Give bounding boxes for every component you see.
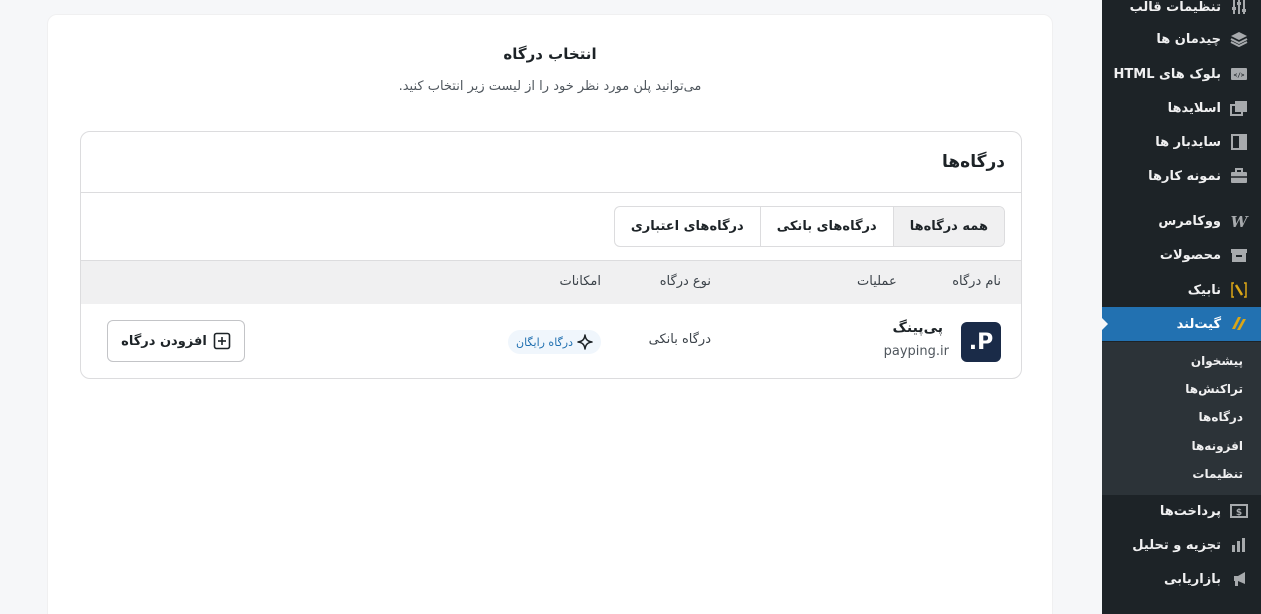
sidebar-icon (1229, 132, 1249, 152)
gateland-submenu: پیشخوان تراکنش‌ها درگاه‌ها افزونه‌ها تنظ… (1102, 342, 1261, 495)
svg-text:W: W (1231, 213, 1249, 230)
archive-icon (1229, 245, 1249, 265)
payping-logo: P. (961, 322, 1001, 362)
menu-item-analytics[interactable]: تجزیه و تحلیل (1102, 528, 1261, 562)
svg-text:$: $ (1236, 508, 1242, 518)
menu-item-theme-settings[interactable]: تنظیمات قالب (1102, 0, 1261, 24)
active-indicator (1101, 317, 1108, 331)
menu-item-label: چیدمان ها (1156, 31, 1221, 47)
menu-item-label: تجزیه و تحلیل (1132, 537, 1221, 553)
column-header-name: نام درگاه (952, 274, 1001, 289)
menu-item-portfolio[interactable]: نمونه کارها (1102, 159, 1261, 193)
menu-item-label: نابیک (1187, 282, 1221, 298)
gateways-heading: درگاه‌ها (81, 132, 1021, 193)
submenu-item-addons[interactable]: افزونه‌ها (1102, 433, 1261, 459)
menu-item-label: سایدبار ها (1155, 134, 1221, 150)
submenu-item-transactions[interactable]: تراکنش‌ها (1102, 376, 1261, 402)
menu-item-label: بازاریابی (1164, 571, 1221, 587)
tab-credit-gateways[interactable]: درگاه‌های اعتباری (615, 207, 760, 246)
payment-icon: $ (1229, 501, 1249, 521)
add-gateway-button[interactable]: افزودن درگاه (107, 320, 245, 362)
submenu-label: تراکنش‌ها (1185, 382, 1243, 396)
gateway-domain: payping.ir (883, 344, 949, 359)
menu-item-products[interactable]: محصولات (1102, 238, 1261, 272)
admin-sidebar: تنظیمات قالب چیدمان ها </> بلوک های HTML… (1101, 0, 1261, 614)
sliders-icon (1229, 0, 1249, 17)
column-header-features: امکانات (559, 274, 601, 289)
submenu-label: افزونه‌ها (1191, 439, 1243, 453)
menu-item-sidebars[interactable]: سایدبار ها (1102, 125, 1261, 159)
table-header: نام درگاه نوع درگاه امکانات عملیات (81, 260, 1021, 303)
page-title: انتخاب درگاه (503, 45, 597, 63)
menu-item-label: پرداخت‌ها (1159, 503, 1221, 519)
gateway-tabs: همه درگاه‌ها درگاه‌های بانکی درگاه‌های ا… (613, 206, 1005, 247)
slides-icon (1229, 98, 1249, 118)
menu-item-gateland[interactable]: گیت‌لند (1101, 307, 1261, 341)
menu-item-marketing[interactable]: بازاریابی (1102, 562, 1261, 596)
gateway-type: درگاه بانکی (648, 332, 711, 347)
tab-all-gateways[interactable]: همه درگاه‌ها (892, 207, 1004, 246)
plus-square-icon (213, 332, 231, 350)
table-row: P. پی‌پینگ payping.ir درگاه بانکی درگاه … (81, 303, 1021, 378)
add-gateway-label: افزودن درگاه (121, 333, 207, 349)
nabik-icon (1229, 280, 1249, 300)
page-subtitle: می‌توانید پلن مورد نظر خود را از لیست زی… (398, 79, 702, 94)
menu-item-html-blocks[interactable]: </> بلوک های HTML (1102, 57, 1261, 91)
menu-item-label: محصولات (1159, 247, 1221, 263)
gateway-name: پی‌پینگ (892, 320, 943, 336)
gateland-icon (1229, 314, 1249, 334)
menu-item-label: بلوک های HTML (1113, 66, 1221, 82)
menu-item-label: ووکامرس (1158, 213, 1221, 229)
code-block-icon: </> (1229, 64, 1249, 84)
layers-icon (1229, 29, 1249, 49)
feature-label: درگاه رایگان (516, 335, 573, 349)
sparkle-icon (577, 334, 593, 350)
main-card: انتخاب درگاه می‌توانید پلن مورد نظر خود … (47, 14, 1053, 614)
megaphone-icon (1229, 569, 1249, 589)
menu-item-nabik[interactable]: نابیک (1102, 273, 1261, 307)
menu-item-slides[interactable]: اسلایدها (1102, 91, 1261, 125)
submenu-label: درگاه‌ها (1198, 410, 1243, 424)
submenu-item-gateways[interactable]: درگاه‌ها (1102, 404, 1261, 430)
feature-badge: درگاه رایگان (508, 330, 601, 354)
submenu-label: تنظیمات (1192, 467, 1243, 481)
menu-item-label: نمونه کارها (1148, 168, 1221, 184)
gateways-panel: درگاه‌ها همه درگاه‌ها درگاه‌های بانکی در… (80, 131, 1022, 379)
menu-item-payments[interactable]: $ پرداخت‌ها (1102, 494, 1261, 528)
menu-item-label: گیت‌لند (1176, 316, 1221, 332)
woocommerce-icon: W (1229, 211, 1249, 231)
chart-icon (1229, 535, 1249, 555)
tab-bank-gateways[interactable]: درگاه‌های بانکی (759, 207, 893, 246)
submenu-label: پیشخوان (1190, 354, 1243, 368)
submenu-item-dashboard[interactable]: پیشخوان (1102, 348, 1261, 374)
menu-item-woocommerce[interactable]: W ووکامرس (1102, 204, 1261, 238)
svg-text:</>: </> (1234, 72, 1245, 79)
column-header-type: نوع درگاه (659, 274, 711, 289)
menu-item-label: تنظیمات قالب (1129, 0, 1221, 15)
submenu-item-settings[interactable]: تنظیمات (1102, 461, 1261, 487)
menu-item-label: اسلایدها (1167, 100, 1221, 116)
column-header-actions: عملیات (857, 274, 897, 289)
briefcase-icon (1229, 166, 1249, 186)
menu-item-layouts[interactable]: چیدمان ها (1102, 22, 1261, 56)
